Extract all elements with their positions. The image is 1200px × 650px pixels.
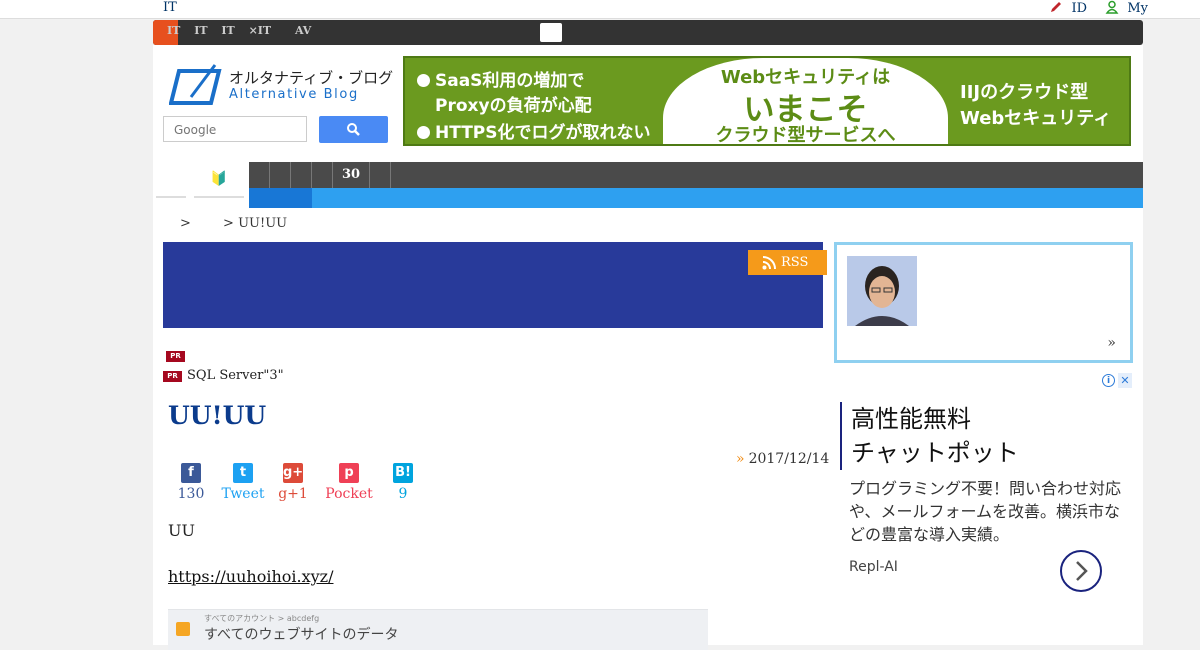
logo-icon xyxy=(169,64,222,105)
banner-line: SaaS利用の増加で xyxy=(417,66,584,91)
banner-line: Proxyの負荷が心配 xyxy=(435,96,592,116)
pr-item[interactable]: PR SQL Server"3" xyxy=(163,368,284,383)
category-item[interactable] xyxy=(270,162,291,188)
banner-brand: IIJのクラウド型 xyxy=(960,82,1089,103)
blog-header: RSS xyxy=(163,242,827,328)
author-avatar[interactable] xyxy=(847,256,917,326)
category-item[interactable] xyxy=(312,162,333,188)
ad-headline: 高性能無料 チャットポット xyxy=(840,402,1019,470)
category-item[interactable] xyxy=(249,162,270,188)
pocket-share[interactable]: p Pocket xyxy=(325,463,373,502)
page-container: オルタナティブ・ブログ Alternative Blog SaaS利用の増加で … xyxy=(153,45,1143,650)
banner-ad[interactable]: SaaS利用の増加で Proxyの負荷が心配 HTTPS化でログが取れない We… xyxy=(403,56,1131,146)
tab-beginner[interactable]: 🔰 xyxy=(194,162,244,198)
banner-brand: Webセキュリティ xyxy=(960,108,1112,129)
person-photo-icon xyxy=(847,256,917,326)
sub-nav-bar xyxy=(249,188,1143,208)
global-nav: IT IT IT ×IT AV xyxy=(153,20,1143,45)
post-body-text: UU xyxy=(168,521,195,540)
check-icon xyxy=(417,126,430,139)
category-item[interactable] xyxy=(291,162,312,188)
my-link[interactable]: My xyxy=(1127,1,1148,16)
nav-box[interactable] xyxy=(540,23,562,42)
category-bar: 30 xyxy=(249,162,1143,188)
googleplus-share[interactable]: g+ g+1 xyxy=(277,463,309,502)
nav-item[interactable]: AV xyxy=(295,24,311,37)
profile-more-link[interactable]: » xyxy=(1107,335,1116,351)
nav-item[interactable]: IT xyxy=(194,24,207,37)
screenshot-title: すべてのウェブサイトのデータ xyxy=(204,627,399,643)
category-item[interactable]: 30 xyxy=(333,162,370,188)
pr-item[interactable]: PR xyxy=(166,344,185,363)
nav-item[interactable]: IT xyxy=(167,24,180,37)
analytics-icon xyxy=(176,622,190,636)
hatena-icon: B! xyxy=(393,463,413,483)
search-icon xyxy=(347,123,360,136)
banner-line: HTTPS化でログが取れない xyxy=(417,118,651,143)
tab-home[interactable] xyxy=(156,162,186,198)
post-title[interactable]: UU!UU xyxy=(168,401,266,430)
facebook-icon: f xyxy=(181,463,201,483)
share-count: 130 xyxy=(177,486,205,502)
search-button[interactable] xyxy=(319,116,388,143)
author-profile: » xyxy=(834,242,1133,363)
pencil-icon xyxy=(1051,2,1062,12)
breadcrumb-sep: > xyxy=(180,216,191,231)
person-icon xyxy=(1105,0,1119,14)
pr-text: SQL Server"3" xyxy=(187,368,284,383)
ad-arrow-button[interactable] xyxy=(1060,550,1102,592)
share-label: Tweet xyxy=(221,486,265,502)
rss-icon xyxy=(762,256,776,270)
beginner-icon: 🔰 xyxy=(210,171,228,187)
banner-headline: クラウド型サービスへ xyxy=(715,125,896,146)
chevron-right-icon xyxy=(1076,561,1088,581)
sub-nav-selected[interactable] xyxy=(249,188,312,208)
twitter-icon: t xyxy=(233,463,253,483)
ad-close-icon[interactable]: ✕ xyxy=(1118,373,1132,388)
nav-items: IT IT IT ×IT AV xyxy=(167,24,321,37)
search-box xyxy=(163,116,307,142)
twitter-share[interactable]: t Tweet xyxy=(221,463,265,502)
post-date: » 2017/12/14 xyxy=(736,451,829,467)
share-label: g+1 xyxy=(278,486,308,502)
ad-choices: i ✕ xyxy=(1102,373,1132,389)
pr-badge: PR xyxy=(166,351,185,362)
nav-item[interactable]: IT xyxy=(221,24,234,37)
post-date-text: 2017/12/14 xyxy=(748,451,830,467)
login-link[interactable]: ID xyxy=(1072,1,1088,16)
ad-description: プログラミング不要！問い合わせ対応や、メールフォームを改善。横浜市などの豊富な導… xyxy=(849,479,1122,544)
logo-text-en: Alternative Blog xyxy=(229,87,359,102)
site-logo[interactable]: オルタナティブ・ブログ Alternative Blog xyxy=(169,63,393,108)
top-utility-bar: IT ID My xyxy=(0,0,1200,19)
rss-button[interactable]: RSS xyxy=(748,250,827,275)
ad-headline-line: 高性能無料 xyxy=(851,405,971,433)
sidebar-ad[interactable]: i ✕ 高性能無料 チャットポット プログラミング不要！問い合わせ対応や、メール… xyxy=(838,373,1134,613)
share-count: 9 xyxy=(398,486,408,502)
raquo: » xyxy=(736,451,745,467)
post-link[interactable]: https://uuhoihoi.xyz/ xyxy=(168,567,333,586)
nav-item[interactable]: ×IT xyxy=(249,24,272,37)
pr-badge: PR xyxy=(163,371,182,382)
search-input[interactable] xyxy=(172,118,306,142)
check-icon xyxy=(417,74,430,87)
category-item[interactable] xyxy=(370,162,391,188)
facebook-share[interactable]: f 130 xyxy=(177,463,205,502)
rss-label: RSS xyxy=(781,255,809,270)
hatena-share[interactable]: B! 9 xyxy=(391,463,415,502)
site-link[interactable]: IT xyxy=(163,0,177,15)
googleplus-icon: g+ xyxy=(283,463,303,483)
ad-info-icon[interactable]: i xyxy=(1102,374,1115,387)
share-label: Pocket xyxy=(325,486,373,502)
breadcrumb-current: > UU!UU xyxy=(223,216,288,231)
ad-headline-line: チャットポット xyxy=(851,439,1019,467)
breadcrumb: > > UU!UU xyxy=(180,216,315,231)
pocket-icon: p xyxy=(339,463,359,483)
screenshot-breadcrumb: すべてのアカウント > abcdefg xyxy=(204,614,320,623)
logo-text-jp: オルタナティブ・ブログ xyxy=(229,69,394,87)
ad-brand: Repl-AI xyxy=(849,559,898,575)
